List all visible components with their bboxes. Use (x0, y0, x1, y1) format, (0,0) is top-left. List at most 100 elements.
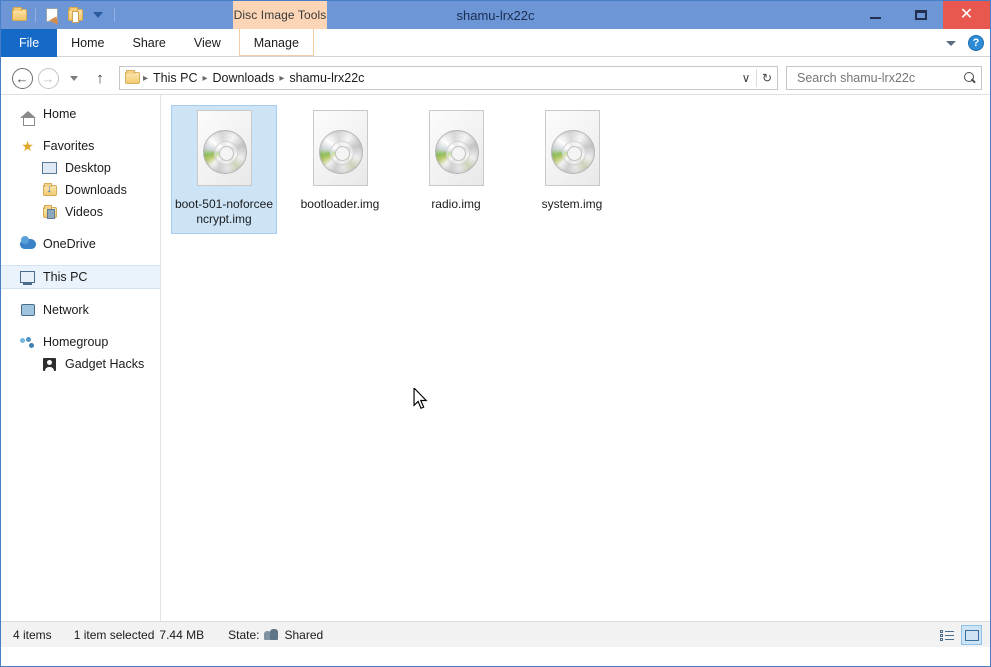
sidebar-item-label: Downloads (65, 183, 127, 197)
sidebar-item-label: Favorites (43, 139, 95, 153)
sidebar-item-label: Homegroup (43, 335, 109, 349)
file-item[interactable]: boot-501-noforceencrypt.img (171, 105, 277, 234)
maximize-button[interactable] (898, 1, 943, 29)
back-arrow-icon: ← (11, 67, 33, 89)
help-icon[interactable]: ? (968, 35, 984, 51)
sidebar-item-downloads[interactable]: Downloads (1, 179, 160, 201)
back-button[interactable]: ← (9, 65, 35, 91)
view-mode-buttons (936, 625, 982, 645)
file-name-label: radio.img (431, 197, 481, 211)
sidebar-item-label: Network (43, 303, 89, 317)
qat-separator (35, 8, 36, 22)
homegroup-icon (19, 334, 36, 350)
navigation-pane[interactable]: Home ★ Favorites Desktop Downloads Video… (1, 95, 161, 621)
chevron-down-icon[interactable] (946, 40, 956, 46)
contextual-tab-title: Disc Image Tools (233, 1, 327, 29)
forward-button[interactable]: → (35, 65, 61, 91)
large-icons-view-button[interactable] (961, 625, 982, 645)
state-label: State: (228, 627, 260, 642)
sidebar-item-homegroup[interactable]: Homegroup (1, 331, 160, 353)
network-icon (19, 302, 36, 318)
minimize-button[interactable] (853, 1, 898, 29)
folder-icon (125, 70, 140, 84)
ribbon-tab-bar: File Home Share View Manage ? (1, 29, 990, 57)
share-state: State: Shared (228, 628, 323, 642)
tab-share[interactable]: Share (119, 29, 180, 57)
sidebar-item-home[interactable]: Home (1, 103, 160, 126)
properties-icon[interactable] (42, 5, 62, 25)
file-list-pane[interactable]: boot-501-noforceencrypt.img bootloader.i… (161, 95, 990, 621)
sidebar-item-label: This PC (43, 270, 88, 284)
customize-caret-icon[interactable] (88, 5, 108, 25)
disc-image-icon (191, 110, 257, 190)
title-bar: Disc Image Tools shamu-lrx22c ✕ (1, 1, 990, 29)
refresh-icon[interactable]: ↻ (757, 67, 777, 89)
close-button[interactable]: ✕ (943, 1, 990, 29)
status-bar: 4 items 1 item selected 7.44 MB State: S… (1, 621, 990, 647)
up-arrow-icon: ↑ (96, 69, 104, 87)
file-name-label: system.img (541, 197, 603, 211)
search-input[interactable] (795, 70, 964, 86)
breadcrumb-separator-1[interactable]: ▸ (201, 73, 208, 84)
sidebar-item-network[interactable]: Network (1, 299, 160, 321)
breadcrumb-segment-downloads[interactable]: Downloads (209, 71, 279, 85)
window-title: shamu-lrx22c (456, 7, 535, 23)
tab-manage[interactable]: Manage (240, 29, 313, 57)
state-value-label: Shared (284, 627, 324, 642)
breadcrumb-segment-current[interactable]: shamu-lrx22c (285, 71, 368, 85)
disc-image-icon (539, 110, 605, 190)
sidebar-item-favorites[interactable]: ★ Favorites (1, 135, 160, 157)
chevron-down-icon (70, 75, 78, 81)
qat-separator-2 (114, 8, 115, 22)
item-count-label: 4 items (13, 627, 52, 642)
file-item[interactable]: system.img (519, 105, 625, 234)
breadcrumb[interactable]: ▸ This PC ▸ Downloads ▸ shamu-lrx22c ∨ ↻ (119, 66, 778, 90)
sidebar-item-label: Videos (65, 205, 103, 219)
sidebar-item-label: Gadget Hacks (65, 357, 145, 371)
sidebar-item-desktop[interactable]: Desktop (1, 157, 160, 179)
selection-label: 1 item selected (73, 627, 155, 642)
home-icon (19, 106, 36, 126)
disc-image-icon (423, 110, 489, 190)
search-icon[interactable] (964, 71, 977, 85)
breadcrumb-segment-this-pc[interactable]: This PC (149, 71, 201, 85)
sidebar-item-label: OneDrive (43, 237, 96, 251)
tab-home[interactable]: Home (57, 29, 118, 57)
large-icons-view-icon (964, 629, 979, 641)
icon-grid: boot-501-noforceencrypt.img bootloader.i… (171, 105, 990, 234)
up-button[interactable]: ↑ (87, 65, 113, 91)
selection-size-label: 7.44 MB (159, 627, 205, 642)
sidebar-item-this-pc[interactable]: This PC (1, 265, 160, 289)
disc-image-icon (307, 110, 373, 190)
details-view-button[interactable] (936, 625, 957, 645)
search-box[interactable] (786, 66, 982, 90)
file-item[interactable]: radio.img (403, 105, 509, 234)
recent-locations-button[interactable] (61, 65, 87, 91)
breadcrumb-separator-2[interactable]: ▸ (278, 73, 285, 84)
quick-access-toolbar (1, 1, 118, 29)
folder-icon[interactable] (9, 5, 29, 25)
tab-view[interactable]: View (180, 29, 235, 57)
sidebar-item-onedrive[interactable]: OneDrive (1, 233, 160, 255)
forward-arrow-icon: → (37, 67, 59, 89)
desktop-icon (41, 160, 58, 176)
explorer-body: Home ★ Favorites Desktop Downloads Video… (1, 94, 990, 621)
file-explorer-window: Disc Image Tools shamu-lrx22c ✕ File Hom… (0, 0, 991, 667)
breadcrumb-dropdown-icon[interactable]: ∨ (736, 67, 756, 89)
sidebar-item-gadget-hacks[interactable]: Gadget Hacks (1, 353, 160, 375)
file-name-label: bootloader.img (300, 197, 380, 211)
onedrive-icon (19, 236, 36, 252)
sidebar-item-videos[interactable]: Videos (1, 201, 160, 223)
new-folder-icon[interactable] (65, 5, 85, 25)
sidebar-item-label: Home (43, 107, 77, 121)
file-item[interactable]: bootloader.img (287, 105, 393, 234)
tab-file[interactable]: File (1, 29, 58, 57)
sidebar-item-label: Desktop (65, 161, 111, 175)
downloads-folder-icon (41, 182, 58, 198)
address-bar: ← → ↑ ▸ This PC ▸ Downloads ▸ shamu-lrx2… (1, 63, 990, 94)
star-icon: ★ (21, 138, 34, 154)
user-icon (41, 356, 58, 372)
this-pc-icon (19, 269, 36, 285)
